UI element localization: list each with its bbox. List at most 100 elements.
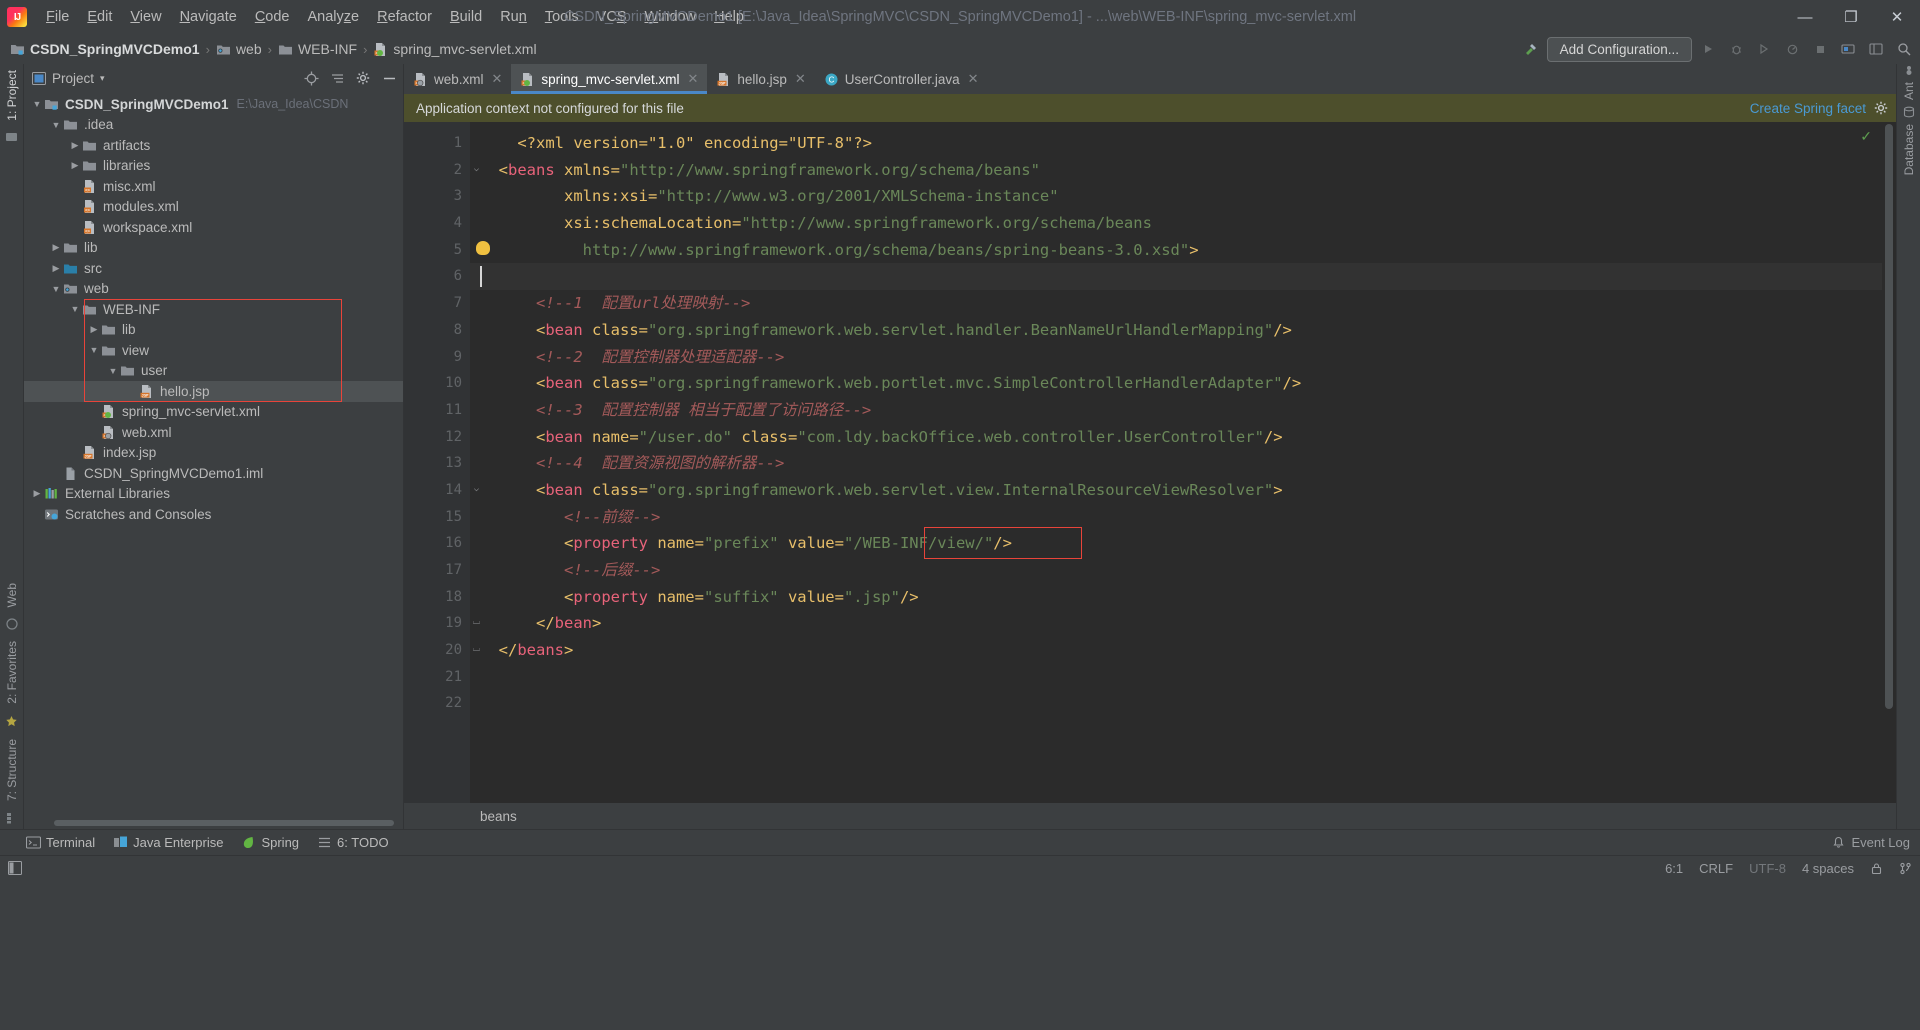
stop-button[interactable] [1808, 37, 1832, 61]
scrollbar-thumb[interactable] [1885, 124, 1893, 709]
bottom-tool-button-spring[interactable]: Spring [241, 835, 299, 850]
code-line-15[interactable]: <!--前缀--> [470, 504, 1896, 531]
line-number-gutter[interactable]: 1 2 ⌵ 3 4 5 6 7 8 9 10 11 12 13 14 ⌵ 15 16 17 18 19 ⌴ 20 ⌴ 21 22 [404, 122, 490, 803]
code-text-area[interactable]: <?xml version="1.0" encoding="UTF-8"?> <… [470, 122, 1896, 803]
menu-item-navigate[interactable]: Navigate [171, 5, 246, 29]
line-number-13[interactable]: 13 [404, 450, 470, 477]
toggle-toolwindows-icon[interactable] [8, 861, 22, 875]
close-icon[interactable]: ✕ [795, 71, 806, 87]
module-strip-icon[interactable] [5, 132, 18, 143]
code-line-12[interactable]: <bean name="/user.do" class="com.ldy.bac… [470, 424, 1896, 451]
chevron-right-icon[interactable] [30, 488, 44, 499]
tree-node-spring-mvc-servlet-xml[interactable]: < spring_mvc-servlet.xml [24, 402, 403, 423]
line-separator[interactable]: CRLF [1699, 861, 1733, 876]
editor-vertical-scrollbar[interactable] [1882, 122, 1896, 803]
code-line-7[interactable]: <!--1 配置url处理映射--> [470, 290, 1896, 317]
inspection-status-icon[interactable]: ✓ [1860, 128, 1872, 145]
tree-node-hello-jsp[interactable]: JSP hello.jsp [24, 381, 403, 402]
code-line-16[interactable]: <property name="prefix" value="/WEB-INF/… [470, 530, 1896, 557]
caret-position[interactable]: 6:1 [1665, 861, 1683, 876]
indent-setting[interactable]: 4 spaces [1802, 861, 1854, 876]
code-line-18[interactable]: <property name="suffix" value=".jsp"/> [470, 584, 1896, 611]
line-number-22[interactable]: 22 [404, 690, 470, 717]
line-number-21[interactable]: 21 [404, 664, 470, 691]
debug-icon[interactable] [1724, 37, 1748, 61]
menu-item-view[interactable]: View [121, 5, 170, 29]
notification-gear-icon[interactable] [1874, 101, 1888, 115]
line-number-4[interactable]: 4 [404, 210, 470, 237]
code-line-13[interactable]: <!--4 配置资源视图的解析器--> [470, 450, 1896, 477]
tree-node-user[interactable]: user [24, 361, 403, 382]
run-button[interactable] [1696, 37, 1720, 61]
locate-icon[interactable] [299, 66, 323, 90]
editor-tab-usercontroller-java[interactable]: C UserController.java ✕ [815, 64, 988, 94]
tree-node-lib[interactable]: lib [24, 320, 403, 341]
tree-node-scratches-and-consoles[interactable]: Scratches and Consoles [24, 504, 403, 525]
menu-item-code[interactable]: Code [246, 5, 299, 29]
star-icon[interactable] [5, 715, 18, 728]
update-project-icon[interactable] [1836, 37, 1860, 61]
line-number-11[interactable]: 11 [404, 397, 470, 424]
menu-item-run[interactable]: Run [491, 5, 536, 29]
chevron-right-icon[interactable] [49, 242, 63, 253]
tree-node-external-libraries[interactable]: External Libraries [24, 484, 403, 505]
line-number-3[interactable]: 3 [404, 183, 470, 210]
code-line-1[interactable]: <?xml version="1.0" encoding="UTF-8"?> [470, 130, 1896, 157]
chevron-down-icon[interactable] [106, 366, 120, 376]
build-hammer-icon[interactable] [1519, 37, 1543, 61]
line-number-15[interactable]: 15 [404, 504, 470, 531]
event-log-button[interactable]: Event Log [1851, 835, 1910, 850]
bell-icon[interactable] [1832, 836, 1845, 849]
line-number-1[interactable]: 1 [404, 130, 470, 157]
line-number-9[interactable]: 9 [404, 344, 470, 371]
gear-icon[interactable] [351, 66, 375, 90]
chevron-down-icon[interactable] [68, 304, 82, 314]
tree-node-modules-xml[interactable]: <> modules.xml [24, 197, 403, 218]
toolwindow-button-project[interactable]: 1: Project [5, 64, 19, 127]
code-line-8[interactable]: <bean class="org.springframework.web.ser… [470, 317, 1896, 344]
tree-node-artifacts[interactable]: artifacts [24, 135, 403, 156]
editor-tab-spring-mvc-servlet-xml[interactable]: < spring_mvc-servlet.xml ✕ [511, 64, 708, 94]
line-number-7[interactable]: 7 [404, 290, 470, 317]
code-line-10[interactable]: <bean class="org.springframework.web.por… [470, 370, 1896, 397]
tree-node-src[interactable]: src [24, 258, 403, 279]
tree-node-csdn-springmvcdemo1[interactable]: CSDN_SpringMVCDemo1 E:\Java_Idea\CSDN [24, 94, 403, 115]
chevron-right-icon[interactable] [68, 160, 82, 171]
tree-node-workspace-xml[interactable]: <> workspace.xml [24, 217, 403, 238]
chevron-right-icon[interactable] [49, 263, 63, 274]
line-number-20[interactable]: 20 ⌴ [404, 637, 480, 664]
code-line-22[interactable] [470, 690, 1896, 717]
menu-item-refactor[interactable]: Refactor [368, 5, 441, 29]
toolwindow-button-structure[interactable]: 7: Structure [5, 733, 19, 807]
collapse-all-icon[interactable] [325, 66, 349, 90]
line-number-17[interactable]: 17 [404, 557, 470, 584]
project-horizontal-scrollbar[interactable] [24, 817, 403, 829]
tree-node-web-inf[interactable]: WEB-INF [24, 299, 403, 320]
breadcrumb-item-1[interactable]: web [216, 41, 262, 57]
bottom-tool-button-6--todo[interactable]: 6: TODO [317, 835, 389, 850]
breadcrumb-item-0[interactable]: CSDN_SpringMVCDemo1 [10, 41, 200, 57]
menu-item-window[interactable]: Window [636, 5, 706, 29]
maximize-button[interactable]: ❐ [1828, 0, 1874, 34]
editor-tab-hello-jsp[interactable]: JSP hello.jsp ✕ [707, 64, 814, 94]
tree-node-lib[interactable]: lib [24, 238, 403, 259]
menu-item-vcs[interactable]: VCS [588, 5, 636, 29]
line-number-19[interactable]: 19 ⌴ [404, 610, 480, 637]
breadcrumb-item-2[interactable]: WEB-INF [278, 41, 357, 57]
code-line-6[interactable] [470, 263, 1896, 291]
line-number-16[interactable]: 16 [404, 530, 470, 557]
ant-strip-icon[interactable] [1903, 64, 1915, 76]
code-line-20[interactable]: </beans> [470, 637, 1896, 664]
toolwindow-button-web[interactable]: Web [5, 577, 19, 613]
chevron-down-icon[interactable] [87, 345, 101, 355]
chevron-down-icon[interactable] [49, 284, 63, 294]
code-line-3[interactable]: xmlns:xsi="http://www.w3.org/2001/XMLSch… [470, 183, 1896, 210]
profile-icon[interactable] [1780, 37, 1804, 61]
tree-node--idea[interactable]: .idea [24, 115, 403, 136]
layout-icon[interactable] [1864, 37, 1888, 61]
toolwindow-button-favorites[interactable]: 2: Favorites [5, 635, 19, 710]
web-strip-icon[interactable] [5, 618, 18, 630]
chevron-down-icon[interactable] [49, 120, 63, 130]
code-line-5[interactable]: http://www.springframework.org/schema/be… [470, 237, 1896, 264]
menu-item-build[interactable]: Build [441, 5, 491, 29]
